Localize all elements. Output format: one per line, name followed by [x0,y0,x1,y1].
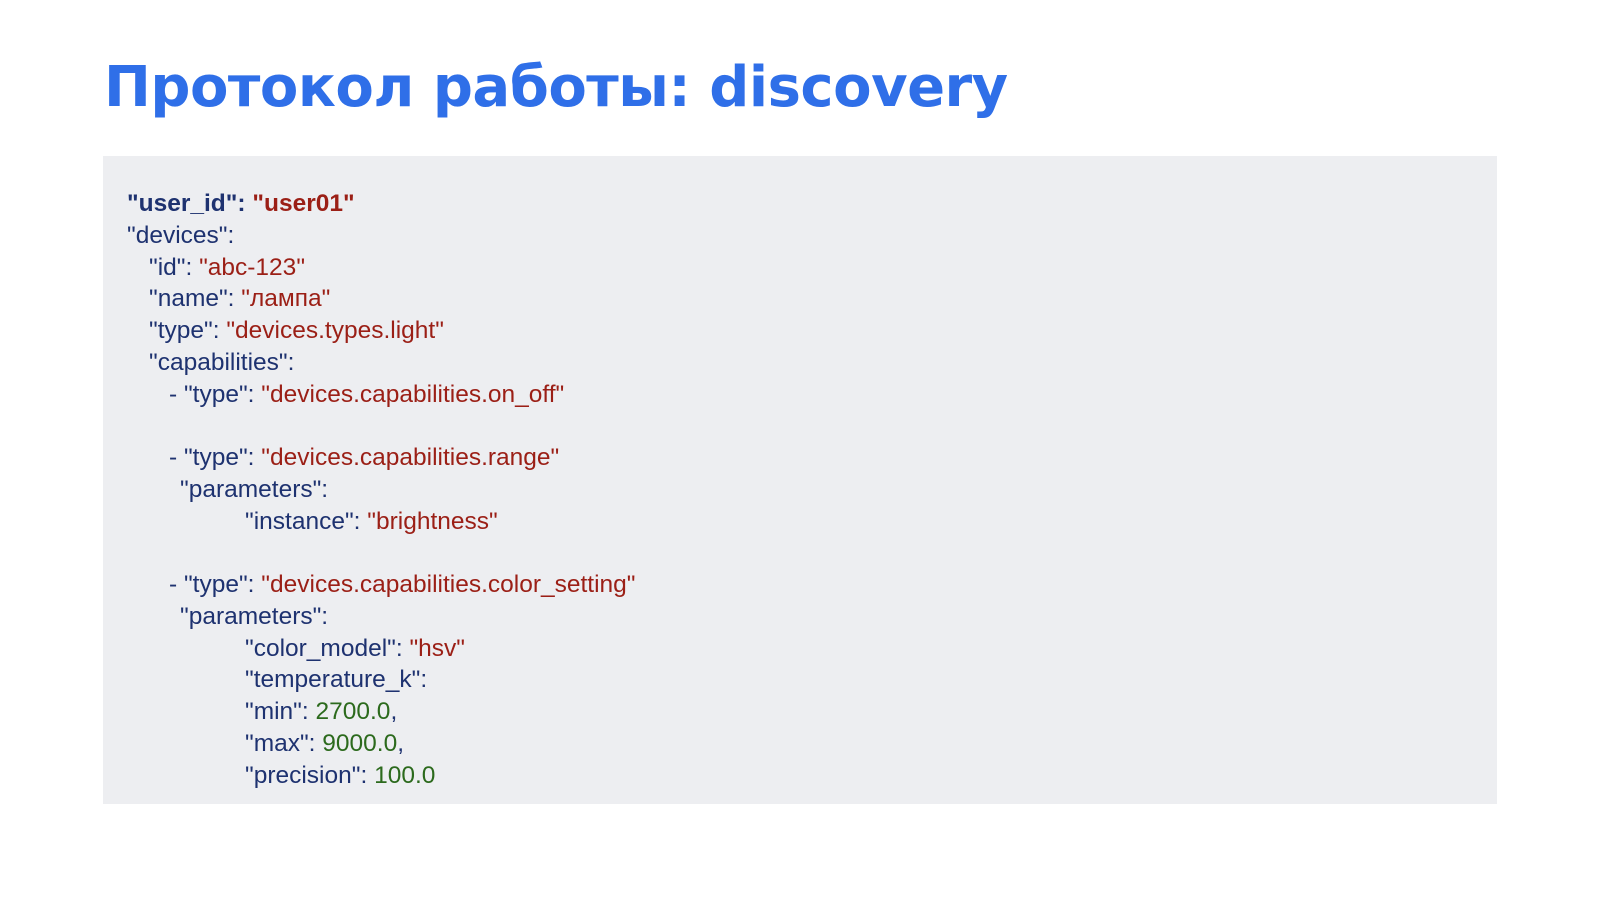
code-token-string: "devices.capabilities.on_off" [261,380,565,408]
code-line: "devices": [127,220,636,252]
code-token-key: - "type": [169,444,262,471]
code-token-key: "id": [149,253,200,281]
code-token-key: "color_model": [245,634,410,662]
code-line: "type": "devices.types.light" [127,315,636,347]
code-token-key: "devices": [127,221,235,249]
code-token-key: "precision": [245,761,375,789]
code-line: "parameters": [127,601,636,633]
code-line: "max": 9000.0, [127,728,636,760]
code-token-string: "brightness" [367,507,498,535]
code-token-key: - "type": [169,571,262,598]
code-token-string: "лампа" [241,285,331,313]
code-line: - "type": "devices.capabilities.range" [127,442,636,474]
code-token-string: "abc-123" [199,253,306,281]
code-token-string: "devices.capabilities.range" [261,444,560,471]
code-blank-line [127,410,636,442]
code-lines: "user_id": "user01" "devices": "id": "abc-… [127,188,636,791]
code-token-key: - "type": [169,380,262,408]
code-token-key: "type": [149,317,227,344]
code-line: "precision": 100.0 [127,760,636,792]
code-token-key: "user_id": [127,190,253,217]
code-line: "parameters": [127,474,636,506]
code-token-string: "devices.capabilities.color_setting" [261,571,636,598]
code-line: "id": "abc-123" [127,252,636,284]
code-line: "temperature_k": [127,664,636,696]
code-token-string: "user01" [252,190,355,217]
code-block: "user_id": "user01" "devices": "id": "abc-… [103,156,1497,804]
code-token-key: , [390,698,398,725]
code-token-key: "instance": [245,507,368,535]
code-line: "min": 2700.0, [127,696,636,728]
code-line: "capabilities": [127,347,636,379]
code-line: "user_id": "user01" [127,188,636,220]
code-token-number: 9000.0 [322,729,398,757]
code-blank-line [127,537,636,569]
code-token-key: "capabilities": [149,348,295,376]
code-line: "color_model": "hsv" [127,633,636,665]
code-line: "instance": "brightness" [127,506,636,538]
code-token-key: "parameters": [180,602,329,630]
code-line: - "type": "devices.capabilities.on_off" [127,379,636,411]
code-token-key: "min": [245,698,316,725]
code-token-key: "max": [245,729,323,757]
code-token-key: "parameters": [180,475,329,503]
code-token-key: "name": [149,285,242,313]
code-line: - "type": "devices.capabilities.color_se… [127,569,636,601]
code-token-number: 2700.0 [315,698,391,725]
code-token-key: , [397,729,405,757]
code-token-string: "hsv" [409,634,465,662]
slide-title: Протокол работы: discovery [104,55,1008,120]
code-line: "name": "лампа" [127,283,636,315]
code-token-string: "devices.types.light" [226,317,444,344]
code-token-key: "temperature_k": [245,666,428,694]
code-token-number: 100.0 [374,761,436,789]
